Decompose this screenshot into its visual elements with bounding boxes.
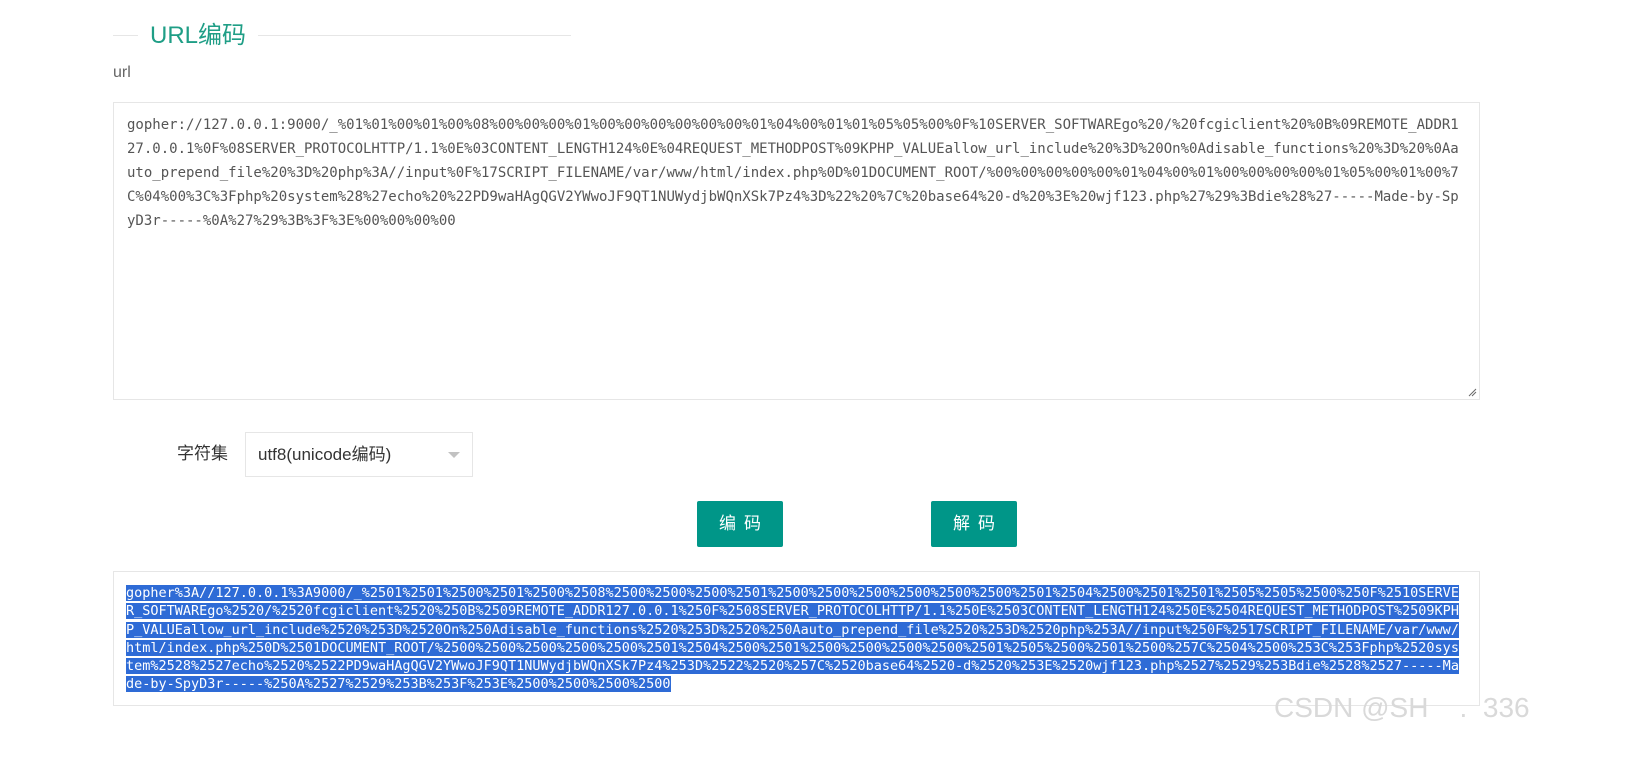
encode-button[interactable]: 编码	[697, 501, 783, 547]
chevron-down-icon	[448, 452, 460, 458]
resize-grip-icon[interactable]	[1467, 387, 1477, 397]
output-text: gopher%3A//127.0.0.1%3A9000/_%2501%2501%…	[126, 585, 1459, 693]
watermark: CSDN @SH . 336	[1274, 692, 1530, 723]
url-input-textarea[interactable]: gopher://127.0.0.1:9000/_%01%01%00%01%00…	[113, 102, 1480, 400]
charset-select[interactable]: utf8(unicode编码)	[245, 432, 473, 477]
section-title: URL编码	[150, 22, 247, 49]
url-label: url	[113, 64, 131, 81]
header-divider-left	[113, 35, 138, 36]
charset-selected-value: utf8(unicode编码)	[258, 445, 392, 464]
url-input-text: gopher://127.0.0.1:9000/_%01%01%00%01%00…	[127, 117, 1459, 229]
output-textarea[interactable]: gopher%3A//127.0.0.1%3A9000/_%2501%2501%…	[113, 571, 1480, 706]
section-header: URL编码	[113, 18, 571, 54]
decode-button[interactable]: 解码	[931, 501, 1017, 547]
header-divider-right	[258, 35, 571, 36]
charset-label: 字符集	[177, 444, 228, 463]
